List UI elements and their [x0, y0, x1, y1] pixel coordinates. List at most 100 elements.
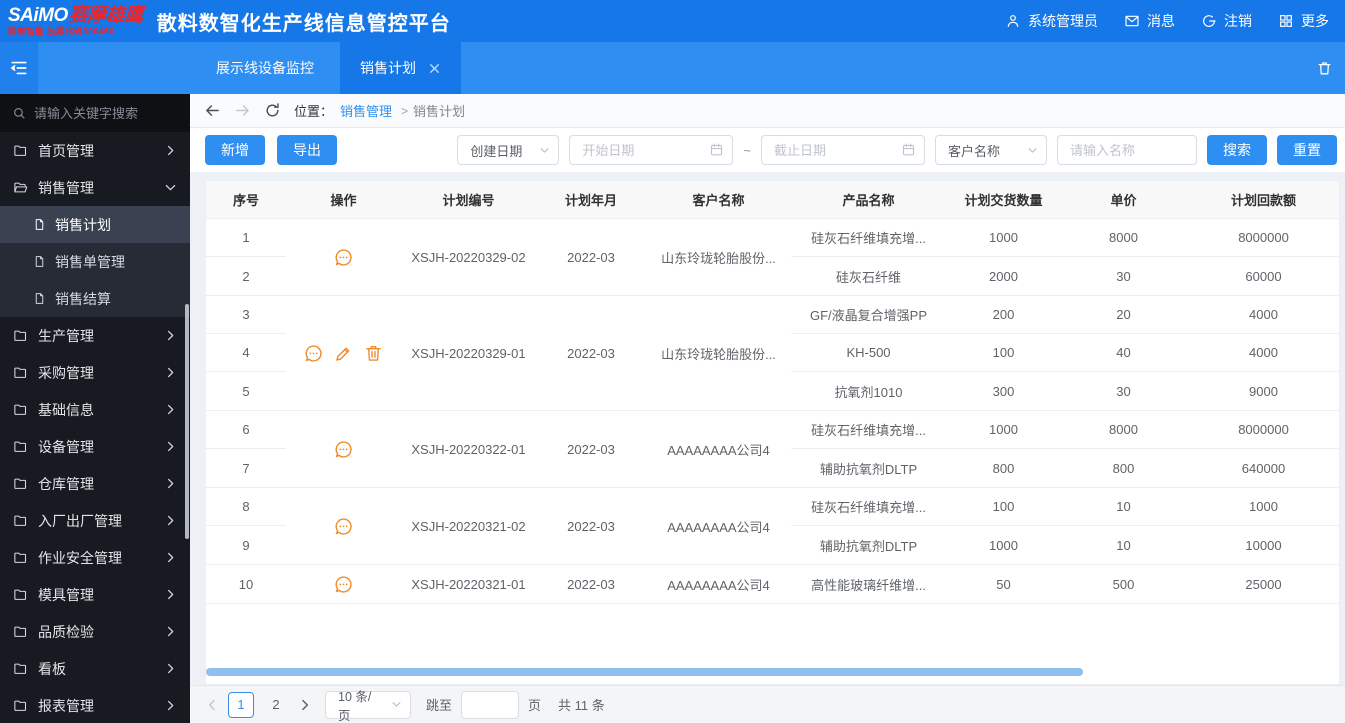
planned-amount: 1000 — [1249, 499, 1278, 514]
customer-name: 山东玲珑轮胎股份... — [661, 250, 776, 266]
chevron-down-icon — [165, 184, 176, 191]
page-size-select[interactable]: 10 条/页 — [325, 690, 411, 723]
serial-cell: 10 — [238, 576, 254, 592]
product-rows: 硅灰石纤维填充增... 100 10 1000 辅助抗氧剂DLTP 1000 10 10000 — [791, 488, 1339, 564]
sidebar-item-label: 入厂出厂管理 — [38, 512, 122, 529]
unit-price: 40 — [1116, 345, 1131, 360]
sidebar-item-label: 作业安全管理 — [38, 549, 122, 566]
logout-menu[interactable]: 注销 — [1201, 11, 1252, 31]
product-name: 硅灰石纤维 — [835, 269, 901, 285]
planned-qty: 1000 — [989, 230, 1018, 245]
sidebar-search-input[interactable] — [34, 105, 178, 121]
serial-column: 67 — [206, 411, 286, 487]
row-actions — [286, 219, 401, 295]
sidebar-item-模具管理[interactable]: 模具管理 — [0, 576, 190, 613]
sidebar-subitem-销售计划[interactable]: 销售计划 — [0, 206, 190, 243]
chevron-down-icon — [540, 147, 549, 153]
page-button-1[interactable]: 1 — [228, 691, 254, 718]
plan-number: XSJH-20220321-01 — [411, 576, 526, 592]
product-name: 辅助抗氧剂DLTP — [819, 538, 918, 554]
serial-column: 34 5 — [206, 296, 286, 410]
column-header: 单价 — [1110, 193, 1137, 208]
chat-icon — [335, 440, 352, 458]
sidebar-item-报表管理[interactable]: 报表管理 — [0, 687, 190, 723]
brand-name: SAiMO赛摩雄鹰 — [8, 6, 143, 25]
name-search-input[interactable] — [1057, 135, 1197, 165]
serial-cell: 6 — [206, 411, 286, 449]
sidebar-item-首页管理[interactable]: 首页管理 — [0, 132, 190, 169]
chat-button[interactable] — [333, 247, 354, 268]
horizontal-scrollbar-thumb[interactable] — [206, 668, 1083, 676]
jump-page-input[interactable] — [461, 690, 520, 719]
column-header: 计划回款额 — [1230, 193, 1296, 208]
forward-icon[interactable] — [234, 102, 251, 119]
sidebar-item-设备管理[interactable]: 设备管理 — [0, 428, 190, 465]
sidebar-collapse-button[interactable] — [0, 42, 38, 94]
file-icon — [35, 293, 44, 304]
product-row: 高性能玻璃纤维增... 50 500 25000 — [791, 565, 1339, 603]
pagination-bar: 12 10 条/页 跳至 页 共 11 条 — [190, 685, 1345, 723]
tab-sales-plan[interactable]: 销售计划 — [340, 42, 461, 94]
breadcrumb-parent-link[interactable]: 销售管理 — [340, 101, 392, 120]
close-icon[interactable] — [428, 62, 441, 75]
chat-button[interactable] — [333, 516, 354, 537]
sidebar-item-销售管理[interactable]: 销售管理 — [0, 169, 190, 206]
sidebar-item-label: 品质检验 — [38, 623, 94, 640]
product-row: KH-500 100 40 4000 — [791, 334, 1339, 372]
customer-name: AAAAAAAA公司4 — [667, 442, 770, 458]
serial-column: 12 — [206, 219, 286, 295]
table-row-group: 6 7 XSJH-20220322-01 2022-03 AAAAAAAA公司4 硅灰石纤… — [206, 411, 1339, 488]
customer-type-select[interactable]: 客户名称 — [935, 135, 1047, 165]
prev-page-button[interactable] — [205, 698, 219, 712]
page-button-2[interactable]: 2 — [263, 692, 289, 718]
sidebar-item-看板[interactable]: 看板 — [0, 650, 190, 687]
customer-type-value: 客户名称 — [948, 143, 1001, 159]
sidebar-item-品质检验[interactable]: 品质检验 — [0, 613, 190, 650]
product-rows: 硅灰石纤维填充增... 1000 8000 8000000 辅助抗氧剂DLTP 800 80… — [791, 411, 1339, 487]
add-button[interactable]: 新增 — [205, 135, 265, 165]
reset-button[interactable]: 重置 — [1277, 135, 1337, 165]
product-name: 抗氧剂1010 — [834, 384, 903, 400]
logout-icon — [1203, 15, 1216, 27]
trash-icon — [366, 345, 381, 361]
export-button[interactable]: 导出 — [277, 135, 337, 165]
sidebar-item-采购管理[interactable]: 采购管理 — [0, 354, 190, 391]
unit-price: 30 — [1116, 383, 1131, 399]
sidebar-item-生产管理[interactable]: 生产管理 — [0, 317, 190, 354]
folder-icon — [14, 330, 27, 341]
next-page-button[interactable] — [298, 698, 312, 712]
chat-button[interactable] — [333, 439, 354, 460]
chat-button[interactable] — [303, 343, 324, 364]
user-name-label: 系统管理员 — [1028, 13, 1098, 29]
search-button[interactable]: 搜索 — [1207, 135, 1267, 165]
chat-button[interactable] — [333, 574, 354, 595]
trash-button[interactable] — [363, 343, 384, 364]
folder-icon — [14, 145, 27, 156]
sidebar-item-作业安全管理[interactable]: 作业安全管理 — [0, 539, 190, 576]
user-menu[interactable]: 系统管理员 — [1005, 11, 1098, 31]
messages-menu[interactable]: 消息 — [1124, 11, 1175, 31]
column-header: 操作 — [330, 193, 357, 208]
sidebar-subitem-销售结算[interactable]: 销售结算 — [0, 280, 190, 317]
sidebar-search[interactable] — [0, 94, 190, 132]
brand-suffix: 赛摩雄鹰 — [68, 5, 144, 27]
row-actions — [286, 565, 401, 603]
folder-open-icon — [14, 182, 28, 193]
sidebar-subitem-label: 销售计划 — [55, 216, 111, 233]
sidebar-item-入厂出厂管理[interactable]: 入厂出厂管理 — [0, 502, 190, 539]
edit-button[interactable] — [333, 343, 354, 364]
sidebar-item-仓库管理[interactable]: 仓库管理 — [0, 465, 190, 502]
refresh-icon[interactable] — [264, 102, 281, 119]
more-menu[interactable]: 更多 — [1278, 11, 1329, 31]
tab-display-line-monitor[interactable]: 展示线设备监控 — [190, 42, 340, 94]
chevron-right-icon — [167, 367, 174, 378]
back-icon[interactable] — [204, 102, 221, 119]
clear-tabs-button[interactable] — [1304, 42, 1345, 94]
sidebar-item-基础信息[interactable]: 基础信息 — [0, 391, 190, 428]
sidebar-subitem-销售单管理[interactable]: 销售单管理 — [0, 243, 190, 280]
sidebar-scrollbar[interactable] — [185, 304, 189, 539]
customer-name: 山东玲珑轮胎股份... — [661, 346, 776, 362]
planned-amount: 10000 — [1245, 537, 1282, 553]
date-type-select[interactable]: 创建日期 — [457, 135, 560, 165]
serial-cell: 3 — [206, 296, 286, 334]
